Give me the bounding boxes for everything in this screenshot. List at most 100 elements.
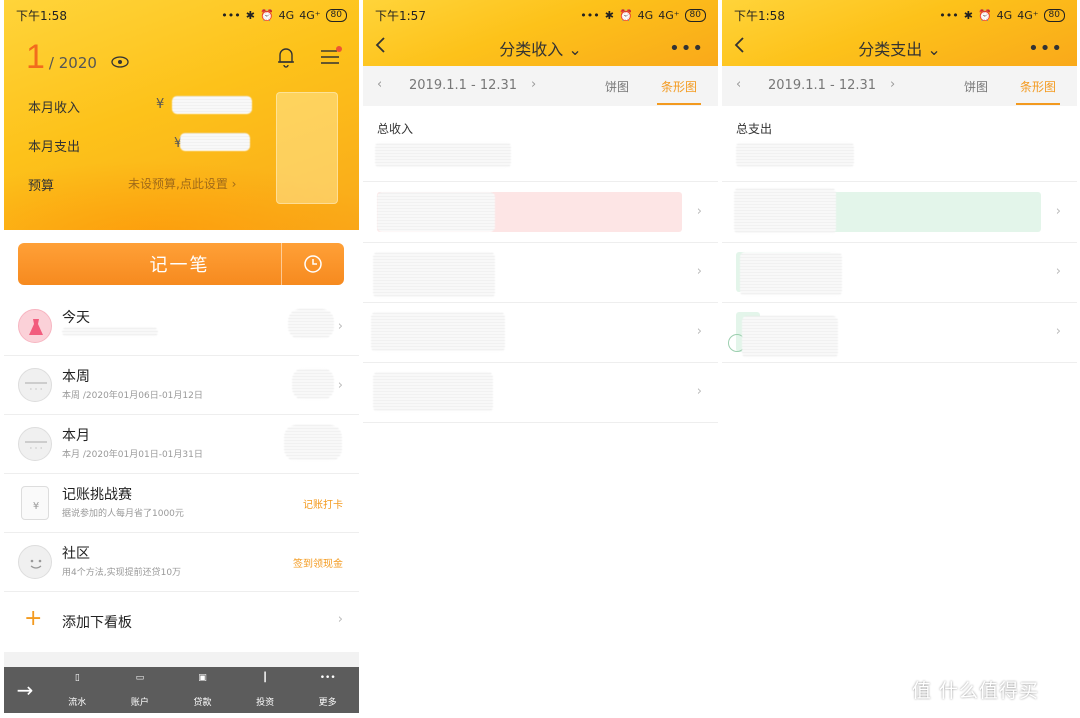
signin-cash-link[interactable]: 签到领现金 — [293, 555, 343, 570]
network-1: 4G — [278, 8, 295, 22]
chevron-right-icon[interactable]: › — [1056, 204, 1061, 219]
add-board-row[interactable]: + 添加下看板 › — [4, 592, 359, 651]
status-bar: 下午1:58 ••• ✱ ⏰ 4G 4G⁺ 80 — [4, 0, 359, 30]
eye-icon[interactable] — [111, 56, 129, 68]
checkin-link[interactable]: 记账打卡 — [303, 496, 343, 511]
category-redacted — [742, 316, 838, 358]
chevron-right-icon[interactable]: › — [697, 264, 702, 279]
budget-set-link[interactable]: 未设预算,点此设置 › — [128, 175, 236, 192]
date-range: 2019.1.1 - 12.31 — [768, 78, 877, 93]
next-range-button[interactable]: › — [531, 77, 536, 92]
alarm-icon: ⏰ — [977, 8, 992, 22]
tab-label: 账户 — [130, 697, 149, 708]
smile-icon — [18, 545, 52, 579]
svg-text:¥: ¥ — [33, 501, 39, 512]
more-icon[interactable]: ••• — [1028, 38, 1063, 59]
signal-icon: ••• — [580, 8, 600, 22]
list-title: 社区 — [62, 546, 90, 562]
category-redacted — [373, 372, 493, 412]
signal-icon: ••• — [939, 8, 959, 22]
total-income-label: 总收入 — [377, 122, 414, 136]
active-tab-indicator — [657, 103, 701, 105]
tab-bar[interactable]: 条形图 — [1020, 78, 1056, 95]
list-subtitle: 本月 /2020年01月01日-01月31日 — [62, 450, 203, 460]
month-amount-redacted — [284, 425, 342, 461]
tab-pie[interactable]: 饼图 — [964, 78, 988, 95]
category-redacted — [377, 192, 495, 232]
income-category-screen: 下午1:57 ••• ✱ ⏰ 4G 4G⁺ 80 分类收入 ⌄ ••• ‹ 20… — [363, 0, 718, 718]
network-2: 4G⁺ — [1017, 8, 1039, 22]
income-currency: ¥ — [156, 97, 165, 112]
chevron-right-icon[interactable]: › — [1056, 324, 1061, 339]
date-range: 2019.1.1 - 12.31 — [409, 78, 518, 93]
tab-loan[interactable]: ▣ 贷款 — [171, 673, 234, 708]
chevron-right-icon[interactable]: › — [1056, 264, 1061, 279]
expense-label: 本月支出 — [28, 140, 81, 155]
active-tab-indicator — [1016, 103, 1060, 105]
chart-icon: ┃ — [262, 672, 268, 683]
arrow-right-icon[interactable]: → — [4, 678, 46, 702]
month-selector[interactable]: 1 / 2020 — [26, 38, 129, 77]
prev-range-button[interactable]: ‹ — [377, 77, 382, 92]
list-item-month[interactable]: · · · 本月 本月 /2020年01月01日-01月31日 — [4, 415, 359, 474]
signal-icon: ••• — [221, 8, 241, 22]
budget-label: 预算 — [28, 179, 55, 194]
list-item-week[interactable]: · · · 本周 本周 /2020年01月06日-01月12日 › — [4, 356, 359, 415]
tab-label: 贷款 — [193, 697, 212, 708]
list-subtitle: 据说参加的人每月省了1000元 — [62, 509, 184, 519]
category-redacted — [734, 188, 836, 234]
divider — [722, 362, 1077, 363]
tab-more[interactable]: ••• 更多 — [296, 673, 359, 708]
next-range-button[interactable]: › — [890, 77, 895, 92]
plus-icon: + — [24, 606, 43, 631]
tab-pie[interactable]: 饼图 — [605, 78, 629, 95]
bell-icon[interactable] — [276, 46, 296, 68]
list-item-challenge[interactable]: ¥ 记账挑战赛 据说参加的人每月省了1000元 记账打卡 — [4, 474, 359, 533]
svg-text:· · ·: · · · — [30, 385, 43, 394]
dress-icon — [18, 309, 52, 343]
battery-icon: 80 — [684, 8, 706, 22]
tab-flow[interactable]: ▯ 流水 — [46, 673, 109, 708]
total-income-redacted — [375, 142, 511, 168]
page-title[interactable]: 分类支出 ⌄ — [722, 36, 1077, 60]
divider — [363, 422, 718, 423]
notification-dot — [336, 46, 342, 52]
divider — [4, 652, 359, 667]
tab-bar[interactable]: 条形图 — [661, 78, 697, 95]
tab-account[interactable]: ▭ 账户 — [109, 673, 172, 708]
svg-text:· · ·: · · · — [30, 444, 43, 453]
category-redacted — [373, 252, 495, 298]
today-amount-redacted — [288, 309, 334, 339]
tab-invest[interactable]: ┃ 投资 — [234, 673, 297, 708]
list-item-today[interactable]: 今天 › — [4, 297, 359, 356]
status-bar: 下午1:58 ••• ✱ ⏰ 4G 4G⁺ 80 — [722, 0, 1077, 30]
prev-range-button[interactable]: ‹ — [736, 77, 741, 92]
expense-redacted — [180, 133, 250, 151]
bottom-nav: → ▯ 流水 ▭ 账户 ▣ 贷款 ┃ 投资 ••• 更多 — [4, 667, 359, 713]
date-range-bar: ‹ 2019.1.1 - 12.31 › 饼图 条形图 — [722, 66, 1077, 106]
card-icon: ▭ — [135, 672, 145, 683]
list-item-community[interactable]: 社区 用4个方法,实现提前还贷10万 签到领现金 — [4, 533, 359, 592]
record-button[interactable]: 记一笔 — [18, 243, 344, 285]
divider — [363, 242, 718, 243]
chevron-down-icon: ⌄ — [568, 40, 582, 59]
clock-button[interactable] — [282, 254, 344, 274]
chevron-right-icon: › — [337, 612, 343, 627]
page-title[interactable]: 分类收入 ⌄ — [363, 36, 718, 60]
chevron-right-icon: › — [337, 378, 343, 393]
chevron-right-icon: › — [337, 319, 343, 334]
tab-label: 流水 — [68, 697, 87, 708]
chevron-right-icon[interactable]: › — [697, 384, 702, 399]
tab-label: 投资 — [256, 697, 275, 708]
summary-card[interactable] — [276, 92, 338, 204]
expense-category-screen: 下午1:58 ••• ✱ ⏰ 4G 4G⁺ 80 分类支出 ⌄ ••• ‹ 20… — [722, 0, 1077, 718]
more-icon[interactable]: ••• — [669, 38, 704, 59]
total-expense-label: 总支出 — [736, 122, 773, 136]
battery-icon: 80 — [1043, 8, 1065, 22]
chevron-right-icon[interactable]: › — [697, 204, 702, 219]
title-text: 分类支出 — [858, 40, 923, 59]
divider — [363, 302, 718, 303]
chevron-down-icon: ⌄ — [927, 40, 941, 59]
chevron-right-icon[interactable]: › — [697, 324, 702, 339]
alarm-icon: ⏰ — [618, 8, 633, 22]
